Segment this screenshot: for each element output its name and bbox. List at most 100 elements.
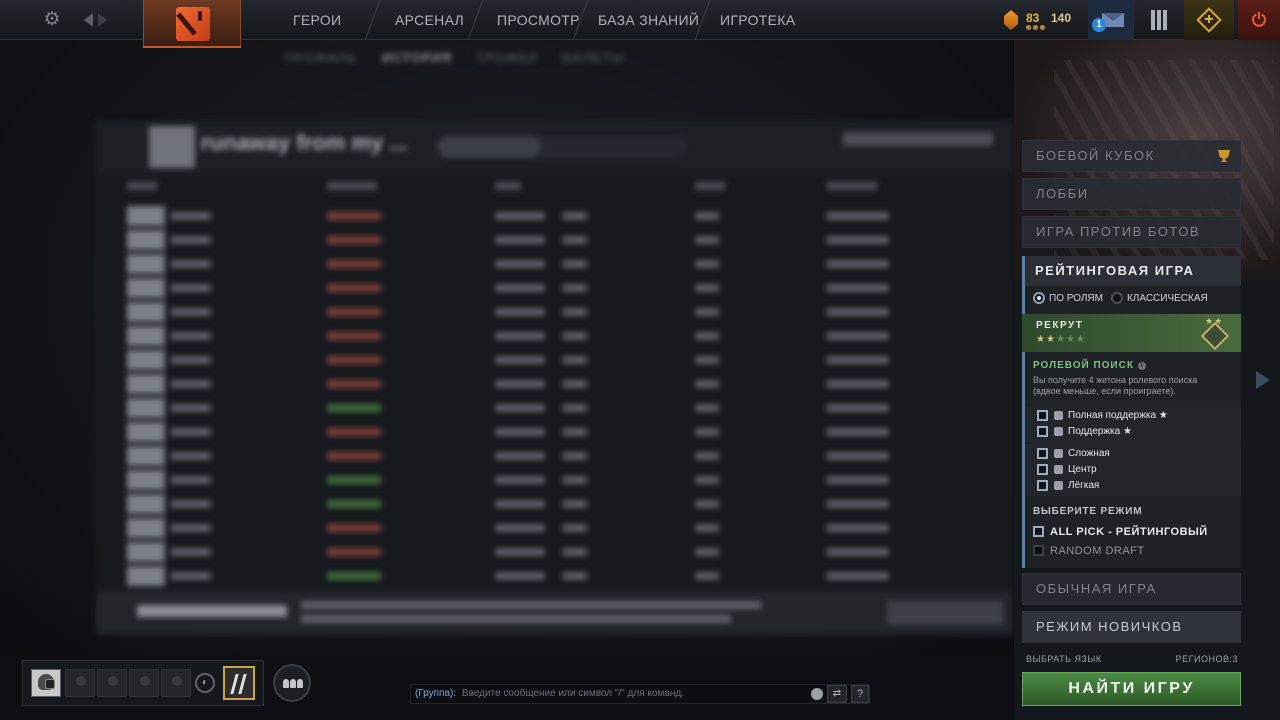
role-checkbox[interactable]: [1037, 480, 1048, 491]
home-button[interactable]: [143, 0, 241, 48]
regions-link[interactable]: РЕГИОНОВ:3: [1176, 654, 1238, 664]
find-match-button[interactable]: НАЙТИ ИГРУ: [1022, 672, 1241, 706]
profile-subnav: ПРОФИЛЬ ИСТОРИЯ ТРОФЕИ БИЛЕТЫ: [284, 50, 625, 70]
ranked-title[interactable]: РЕЙТИНГОВАЯ ИГРА: [1025, 256, 1241, 286]
role-search-desc: Вы получите 4 жетона ролевого поиска (вд…: [1033, 375, 1198, 396]
gear-icon[interactable]: ⚙: [42, 10, 62, 30]
dota-plus-button[interactable]: +: [1184, 0, 1234, 40]
nav-arcade[interactable]: ИГРОТЕКА: [720, 0, 795, 40]
table-row[interactable]: [127, 516, 1007, 540]
select-language-link[interactable]: ВЫБРАТЬ ЯЗЫК: [1026, 654, 1102, 664]
nav-heroes[interactable]: ГЕРОИ: [293, 0, 341, 40]
role-safe-lane[interactable]: Лёгкая: [1025, 478, 1241, 494]
menu-battle-cup[interactable]: БОЕВОЙ КУБОК: [1022, 140, 1241, 172]
subnav-tickets[interactable]: БИЛЕТЫ: [562, 50, 625, 70]
info-icon[interactable]: i: [1137, 362, 1146, 370]
rank-stars: ★★★★★: [1036, 334, 1086, 345]
subnav-profile[interactable]: ПРОФИЛЬ: [284, 50, 358, 70]
role-search: РОЛЕВОЙ ПОИСК i Вы получите 4 жетона роле…: [1033, 360, 1233, 397]
mode-checkbox[interactable]: [1033, 545, 1044, 556]
table-row[interactable]: [127, 420, 1007, 444]
role-mid[interactable]: Центр: [1025, 462, 1241, 478]
table-row[interactable]: [127, 324, 1007, 348]
role-checkbox[interactable]: [1037, 464, 1048, 475]
friends-icon[interactable]: [273, 664, 311, 702]
table-row[interactable]: [127, 348, 1007, 372]
rank-medal-icon: ★★: [1200, 316, 1230, 351]
shards-amount: 140: [1051, 11, 1072, 25]
menu-normal-game[interactable]: ОБЫЧНАЯ ИГРА: [1022, 573, 1241, 605]
menu-lobby[interactable]: ЛОББИ: [1022, 178, 1241, 210]
mode-checkbox[interactable]: [1033, 526, 1044, 537]
trophy-icon: [1218, 150, 1230, 162]
table-row[interactable]: [127, 468, 1007, 492]
arrow-right-icon[interactable]: [98, 9, 110, 31]
headset-icon[interactable]: ◐: [195, 673, 215, 693]
rank-name: РЕКРУТ: [1036, 320, 1084, 331]
nav-arsenal[interactable]: АРСЕНАЛ: [395, 0, 464, 40]
table-row[interactable]: [127, 540, 1007, 564]
dota-client: ПРОФИЛЬ ИСТОРИЯ ТРОФЕИ БИЛЕТЫ runaway fr…: [0, 0, 1280, 720]
subnav-trophies[interactable]: ТРОФЕИ: [476, 50, 538, 70]
arrow-left-icon[interactable]: [84, 9, 96, 31]
table-row[interactable]: [127, 444, 1007, 468]
hard-support-icon: [1054, 411, 1063, 420]
expand-arrow-icon[interactable]: [1256, 371, 1270, 389]
party-slot[interactable]: [161, 669, 191, 697]
emoji-icon[interactable]: [811, 688, 823, 700]
chat-input[interactable]: Введите сообщение или символ "/" для ком…: [462, 688, 684, 699]
exit-button[interactable]: ⏻: [1238, 0, 1280, 40]
table-row[interactable]: [127, 564, 1007, 588]
mid-icon: [1054, 465, 1063, 474]
gold-amount: 83: [1026, 11, 1040, 25]
role-offlane[interactable]: Сложная: [1025, 446, 1241, 462]
queue-type: ПО РОЛЯМ КЛАССИЧЕСКАЯ: [1033, 292, 1208, 304]
table-row[interactable]: [127, 396, 1007, 420]
guild-icon[interactable]: [223, 666, 255, 700]
subscribe-button[interactable]: [887, 601, 1003, 625]
nav-watch[interactable]: ПРОСМОТР: [497, 0, 580, 40]
role-checkbox[interactable]: [1037, 426, 1048, 437]
soft-support-icon: [1054, 427, 1063, 436]
party-bar: ◐: [22, 660, 264, 706]
gold-coin-icon: [1004, 10, 1018, 30]
party-slot[interactable]: [129, 669, 159, 697]
chat-channel[interactable]: (Группа):: [415, 688, 456, 699]
table-row[interactable]: [127, 372, 1007, 396]
armory-button[interactable]: [1138, 0, 1180, 40]
nav-knowledge-base[interactable]: БАЗА ЗНАНИЙ: [598, 0, 699, 40]
help-icon[interactable]: ?: [851, 685, 869, 703]
party-slot[interactable]: [65, 669, 95, 697]
history-rows: [127, 204, 1007, 588]
menu-novice-mode[interactable]: РЕЖИМ НОВИЧКОВ: [1022, 611, 1241, 643]
dota-logo-icon: [176, 7, 210, 41]
table-row[interactable]: [127, 204, 1007, 228]
support-roles: Полная поддержка ★ Поддержка ★: [1025, 406, 1241, 442]
table-row[interactable]: [127, 252, 1007, 276]
core-roles: Сложная Центр Лёгкая: [1025, 444, 1241, 496]
role-checkbox[interactable]: [1037, 448, 1048, 459]
table-row[interactable]: [127, 276, 1007, 300]
table-row[interactable]: [127, 300, 1007, 324]
ranked-section: РЕЙТИНГОВАЯ ИГРА ПО РОЛЯМ КЛАССИЧЕСКАЯ Р…: [1022, 256, 1241, 568]
top-bar: ⚙ ГЕРОИ АРСЕНАЛ ПРОСМОТР БАЗА ЗНАНИЙ ИГР…: [0, 0, 1280, 48]
chat-bar[interactable]: (Группа): Введите сообщение или символ "…: [410, 684, 870, 704]
safe-lane-icon: [1054, 481, 1063, 490]
rank-display: РЕКРУТ ★★★★★ ★★: [1022, 314, 1241, 352]
party-slot[interactable]: [97, 669, 127, 697]
chat-wheel-icon[interactable]: ⇄: [827, 685, 847, 703]
match-history-panel: runaway from my ...: [96, 121, 1013, 635]
role-checkbox[interactable]: [1037, 410, 1048, 421]
armory-icon: [1151, 10, 1167, 30]
radio-role-queue[interactable]: [1033, 292, 1045, 304]
mail-button[interactable]: 1: [1088, 0, 1134, 40]
mail-badge: 1: [1092, 18, 1106, 32]
subnav-history[interactable]: ИСТОРИЯ: [382, 50, 453, 70]
history-tabs[interactable]: [437, 136, 687, 158]
table-row[interactable]: [127, 228, 1007, 252]
role-hard-support[interactable]: Полная поддержка ★: [1025, 408, 1241, 424]
menu-bots[interactable]: ИГРА ПРОТИВ БОТОВ: [1022, 216, 1241, 248]
radio-classic-queue[interactable]: [1110, 292, 1123, 304]
role-soft-support[interactable]: Поддержка ★: [1025, 424, 1241, 440]
table-row[interactable]: [127, 492, 1007, 516]
